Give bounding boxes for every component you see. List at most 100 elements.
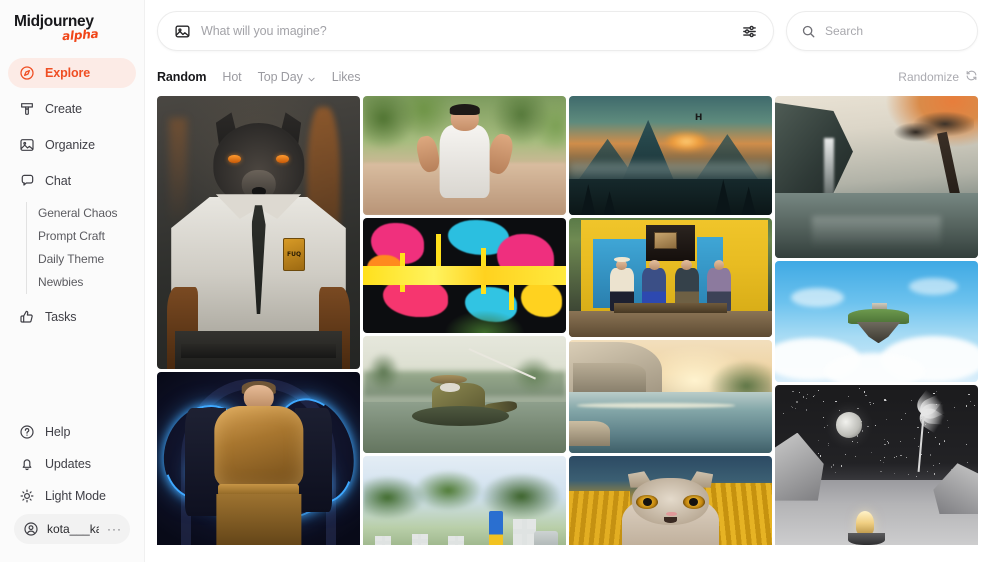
chat-channel-general-chaos[interactable]: General Chaos — [38, 202, 136, 225]
sidebar-item-label: Updates — [45, 457, 91, 471]
star-speck — [954, 407, 955, 408]
sidebar-item-chat[interactable]: Chat — [8, 166, 136, 196]
star-speck — [828, 445, 829, 446]
star-speck — [862, 430, 863, 431]
tab-random[interactable]: Random — [157, 70, 206, 84]
prompt-bar[interactable] — [157, 11, 774, 51]
tab-likes[interactable]: Likes — [332, 70, 361, 84]
primary-nav: Explore Create Organize Chat General Cha… — [0, 52, 144, 338]
account-menu-button[interactable]: kota___ka… ··· — [14, 514, 130, 544]
star-speck — [792, 407, 793, 408]
chat-channel-prompt-craft[interactable]: Prompt Craft — [38, 225, 136, 248]
sidebar-item-help[interactable]: Help — [8, 418, 136, 446]
gallery-tile-misty-mountain-sunset[interactable]: H — [569, 96, 772, 215]
star-speck — [807, 394, 808, 395]
gallery-tile-cherry-blossom-mountain-waterfall[interactable] — [775, 96, 978, 258]
star-speck — [835, 401, 836, 402]
question-circle-icon — [18, 424, 35, 441]
star-speck — [859, 388, 860, 389]
sidebar-item-label: Explore — [45, 66, 90, 80]
star-speck — [884, 457, 885, 458]
sidebar-item-updates[interactable]: Updates — [8, 450, 136, 478]
gallery-column: H — [569, 96, 772, 545]
gallery-column — [363, 96, 566, 545]
compass-icon — [18, 65, 35, 82]
star-speck — [888, 442, 889, 443]
sidebar-item-light-mode[interactable]: Light Mode — [8, 482, 136, 510]
star-speck — [803, 396, 804, 397]
star-speck — [871, 452, 872, 453]
tune-sliders-icon[interactable] — [741, 23, 758, 40]
prompt-input[interactable] — [201, 24, 731, 38]
search-bar[interactable] — [786, 11, 978, 51]
filter-tabs: Random Hot Top Day Likes — [157, 70, 360, 84]
gallery-tile-paladin-with-blue-energy[interactable] — [157, 372, 360, 545]
randomize-button[interactable]: Randomize — [898, 69, 978, 85]
star-speck — [948, 427, 949, 428]
star-speck — [857, 408, 858, 409]
sidebar-item-create[interactable]: Create — [8, 94, 136, 124]
top-bar — [145, 0, 1000, 51]
star-speck — [857, 442, 858, 443]
brand-alpha-tag: alpha — [62, 27, 99, 44]
star-speck — [974, 405, 975, 406]
user-circle-icon — [22, 521, 39, 538]
star-speck — [831, 466, 832, 467]
gallery-tile-surprised-cat-on-yellow-blanket[interactable] — [569, 456, 772, 545]
tab-top-day[interactable]: Top Day — [258, 70, 316, 84]
star-speck — [818, 390, 819, 391]
gallery-tile-anthropomorphic-fox-in-shirt-and-tie[interactable] — [157, 96, 360, 369]
star-speck — [792, 391, 793, 392]
star-speck — [848, 396, 849, 397]
star-speck — [966, 444, 967, 445]
tab-hot[interactable]: Hot — [222, 70, 241, 84]
artwork-oriental-landscape — [775, 96, 978, 258]
gallery-tile-elderly-people-on-colorful-porch[interactable] — [569, 218, 772, 337]
star-speck — [867, 426, 868, 427]
star-speck — [865, 395, 866, 396]
star-speck — [864, 391, 865, 392]
account-more-icon[interactable]: ··· — [107, 523, 122, 535]
sidebar-item-label: Create — [45, 102, 82, 116]
star-speck — [967, 462, 968, 463]
artwork-cemetery — [363, 456, 566, 545]
star-speck — [936, 391, 937, 392]
filter-bar: Random Hot Top Day Likes Randomize — [145, 51, 1000, 89]
gallery-tile-moonlit-lunar-beach-engraving[interactable] — [775, 385, 978, 545]
star-speck — [820, 455, 821, 456]
star-speck — [880, 471, 881, 472]
chat-bubble-icon — [18, 173, 35, 190]
brand-logo[interactable]: Midjourney alpha — [0, 0, 144, 52]
star-speck — [827, 425, 828, 426]
sidebar-item-label: Organize — [45, 138, 95, 152]
sidebar: Midjourney alpha Explore Create Organize… — [0, 0, 145, 562]
main-content: Random Hot Top Day Likes Randomize — [145, 0, 1000, 562]
star-speck — [783, 413, 784, 414]
gallery-tile-cemetery-with-ukrainian-flag[interactable] — [363, 456, 566, 545]
star-speck — [824, 427, 825, 428]
chat-channel-newbies[interactable]: Newbies — [38, 271, 136, 294]
gallery-tile-neon-paint-splatter-abstract[interactable] — [363, 218, 566, 333]
star-speck — [839, 410, 840, 411]
star-speck — [894, 473, 895, 474]
gallery-tile-man-running-on-park-path[interactable] — [363, 96, 566, 215]
star-speck — [814, 395, 815, 396]
star-speck — [841, 465, 842, 466]
gallery-tile-modern-resort-pool-golden-hour[interactable] — [569, 340, 772, 453]
sidebar-item-label: Chat — [45, 174, 71, 188]
gallery-tile-floating-island-in-clouds[interactable] — [775, 261, 978, 382]
star-speck — [875, 425, 876, 426]
sidebar-item-organize[interactable]: Organize — [8, 130, 136, 160]
gallery-tile-fisherman-on-float-tube[interactable] — [363, 336, 566, 453]
star-speck — [884, 444, 885, 445]
star-speck — [894, 457, 895, 458]
search-input[interactable] — [825, 24, 980, 38]
sidebar-item-explore[interactable]: Explore — [8, 58, 136, 88]
star-speck — [852, 441, 853, 442]
artwork-paladin-energy — [157, 372, 360, 545]
app-root: Midjourney alpha Explore Create Organize… — [0, 0, 1000, 562]
star-speck — [823, 401, 824, 402]
chat-channel-daily-theme[interactable]: Daily Theme — [38, 248, 136, 271]
sidebar-item-tasks[interactable]: Tasks — [8, 302, 136, 332]
star-speck — [968, 394, 969, 395]
